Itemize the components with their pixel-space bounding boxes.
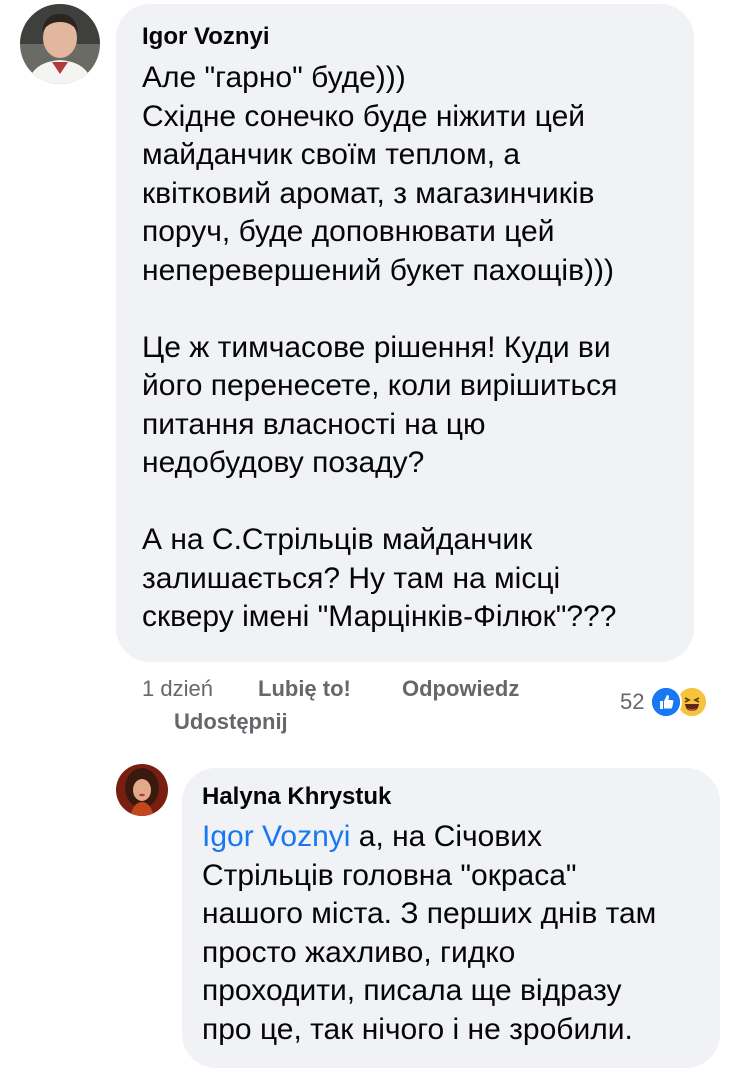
text-line: Східне сонечко буде ніжити цей — [142, 99, 586, 133]
text-line: нашого міста. З перших днів там — [202, 897, 657, 930]
timestamp[interactable]: 1 dzień — [142, 674, 213, 704]
author-name-halyna[interactable]: Halyna Khrystuk — [202, 782, 700, 812]
text-line: квітковий аромат, з магазинчиків — [142, 176, 595, 210]
paragraph-1: Але "гарно" буде))) Східне сонечко буде … — [142, 59, 674, 290]
reaction-summary[interactable]: 52 — [620, 686, 709, 718]
text-line: А на С.Стрільців майданчик — [142, 523, 533, 556]
comment-igor: Igor Voznyi Але "гарно" буде))) Східне с… — [0, 0, 750, 740]
text-line: Це ж тимчасове рішення! Куди ви — [142, 330, 611, 364]
share-button[interactable]: Udostępnij — [174, 707, 288, 737]
mention-link[interactable]: Igor Voznyi — [202, 820, 350, 853]
reply-button[interactable]: Odpowiedz — [402, 674, 519, 704]
author-name-igor[interactable]: Igor Voznyi — [142, 22, 674, 52]
comment-text-igor: Але "гарно" буде))) Східне сонечко буде … — [142, 59, 674, 637]
text-line: поруч, буде доповнювати цей — [142, 215, 555, 248]
text-fragment: а, на Січових — [350, 820, 543, 853]
paragraph-3: А на С.Стрільців майданчик залишається? … — [142, 521, 674, 637]
text-line: його перенесете, коли вирішиться — [142, 369, 618, 402]
text-line: скверу імені "Марцінків-Філюк"??? — [142, 600, 617, 633]
comment-bubble-halyna: Halyna Khrystuk Igor Voznyi а, на Січови… — [182, 768, 720, 1068]
comment-halyna: Halyna Khrystuk Igor Voznyi а, на Січови… — [0, 740, 750, 1068]
text-line: майданчик своїм теплом, а — [142, 138, 521, 171]
text-line: залишається? Ну там на місці — [142, 561, 561, 595]
avatar-halyna[interactable] — [116, 764, 168, 816]
reaction-count: 52 — [620, 689, 645, 714]
paragraph-2: Це ж тимчасове рішення! Куди ви його пер… — [142, 329, 674, 483]
like-button[interactable]: Lubię to! — [258, 674, 351, 704]
person-photo-icon — [20, 4, 100, 84]
text-line: проходити, писала ще відразу — [202, 974, 622, 1007]
comment-text-halyna: Igor Voznyi а, на Січових Стрільців голо… — [202, 818, 700, 1049]
text-line: питання власності на цю — [142, 407, 486, 441]
text-line: Але "гарно" буде))) — [142, 61, 406, 94]
text-line: про це, так нічого і не зробили. — [202, 1012, 633, 1046]
avatar-igor[interactable] — [20, 4, 100, 84]
text-line: просто жахливо, гидко — [202, 935, 516, 969]
like-icon — [650, 686, 683, 718]
comment-bubble-igor: Igor Voznyi Але "гарно" буде))) Східне с… — [116, 4, 694, 662]
text-line: неперевершений букет пахощів))) — [142, 253, 614, 287]
text-line: Стрільців головна "окраса" — [202, 858, 577, 892]
text-line: Igor Voznyi а, на Січових — [202, 818, 700, 857]
text-line: недобудову позаду? — [142, 446, 425, 479]
person-photo-icon — [116, 764, 168, 816]
